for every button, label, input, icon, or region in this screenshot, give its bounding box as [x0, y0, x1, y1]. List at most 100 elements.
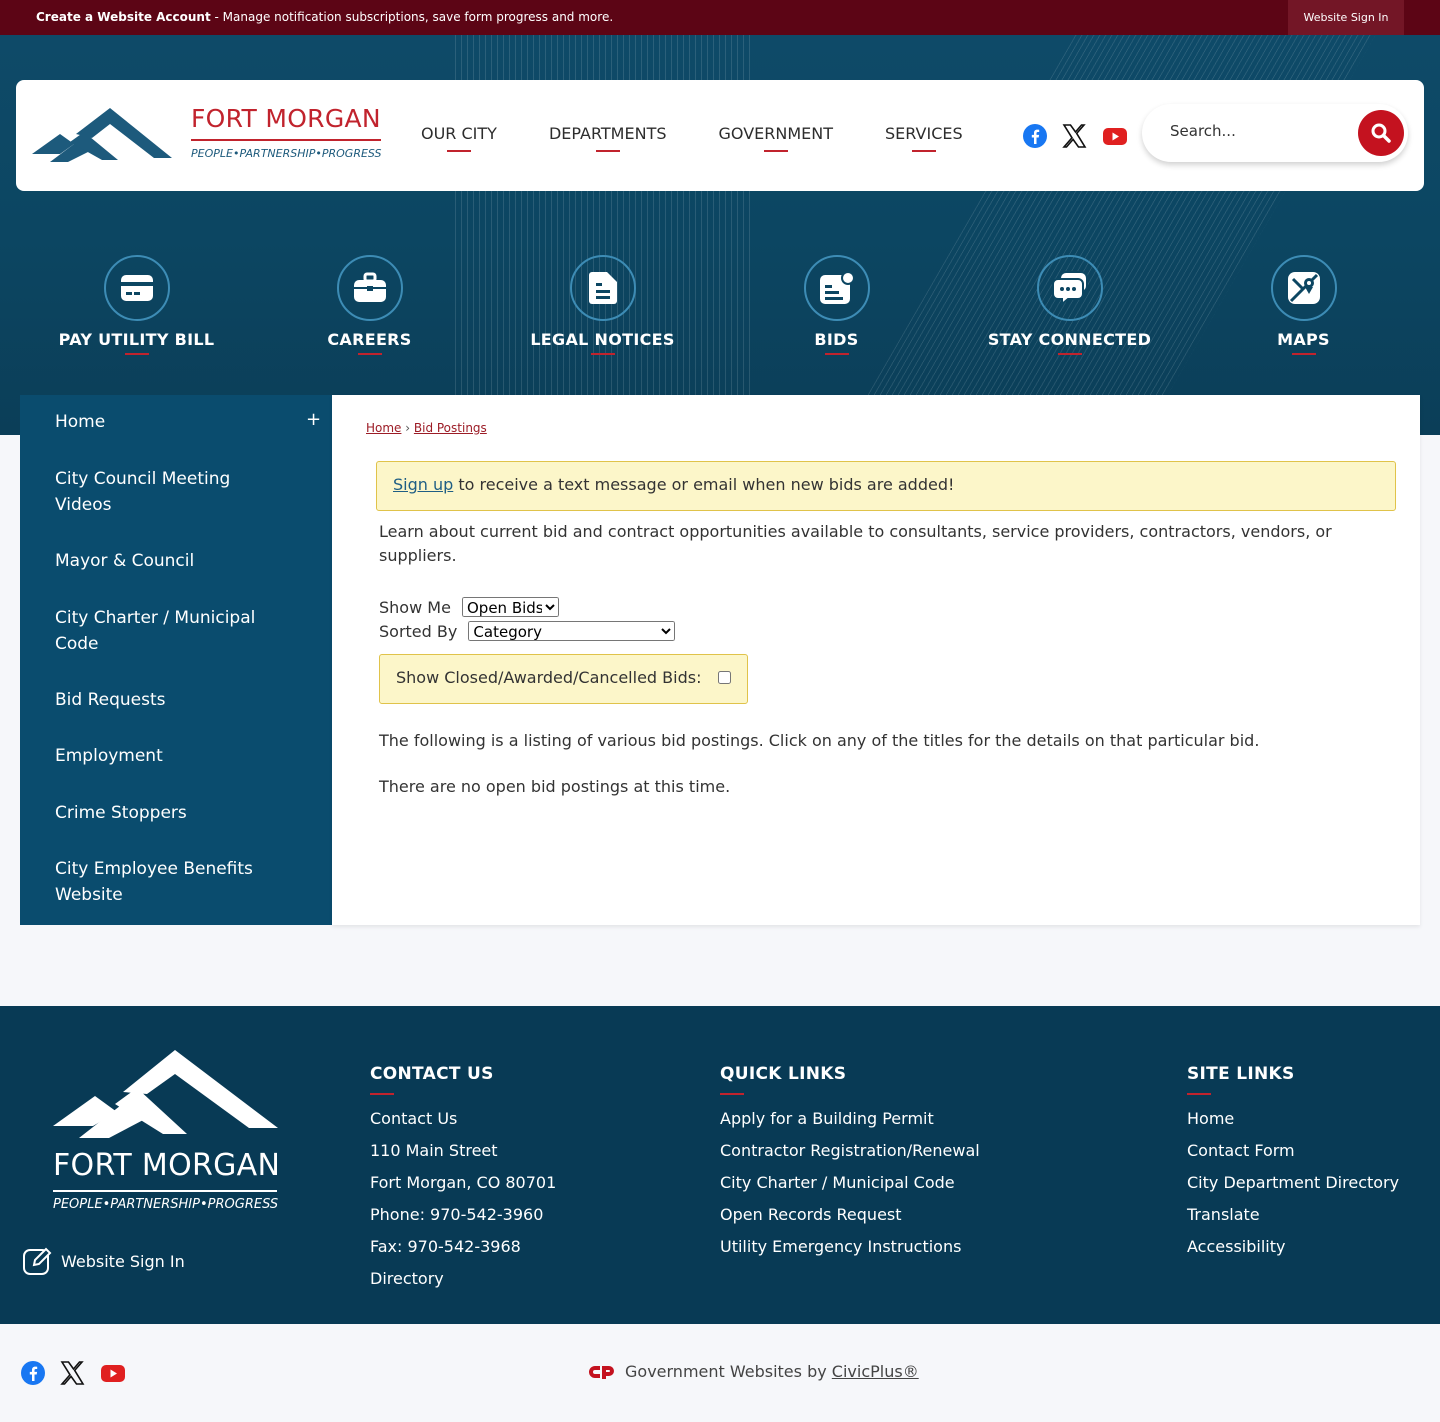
sidebar-item-city-charter[interactable]: City Charter / Municipal Code — [55, 605, 270, 657]
quick-link-underline — [124, 353, 149, 355]
quick-link-circle — [569, 255, 636, 321]
footer-phone: Phone: 970-542-3960 — [370, 1205, 544, 1224]
quick-link-underline — [824, 353, 849, 355]
empty-message: There are no open bid postings at this t… — [379, 777, 731, 796]
sidebar-nav: Home + City Council Meeting Videos Mayor… — [20, 395, 332, 925]
fort-morgan-logo-icon[interactable] — [32, 106, 172, 164]
footer-site-links: SITE LINKS Home Contact Form City Depart… — [1187, 1064, 1399, 1263]
civicplus-link[interactable]: CivicPlus® — [832, 1362, 919, 1381]
closed-bids-box: Show Closed/Awarded/Cancelled Bids: — [379, 654, 748, 704]
sidebar-item-home[interactable]: Home — [55, 409, 295, 435]
document-icon — [588, 272, 617, 304]
quick-link-circle — [103, 255, 170, 321]
search-icon — [1371, 123, 1391, 143]
facebook-icon[interactable] — [20, 1360, 46, 1386]
show-me-row: Show Me Open Bids — [379, 597, 559, 617]
footer-link-contact-form[interactable]: Contact Form — [1187, 1135, 1399, 1167]
search-box — [1142, 104, 1408, 162]
quick-link-circle — [803, 255, 870, 321]
quick-link-underline — [590, 353, 615, 355]
quick-link-bids[interactable]: BIDS — [720, 255, 953, 355]
breadcrumb: Home › Bid Postings — [366, 421, 487, 435]
footer-link-accessibility[interactable]: Accessibility — [1187, 1231, 1399, 1263]
sidebar-item-crime-stoppers[interactable]: Crime Stoppers — [55, 800, 295, 826]
footer-signin-label: Website Sign In — [61, 1251, 185, 1271]
footer-link-contractor-registration[interactable]: Contractor Registration/Renewal — [720, 1135, 980, 1167]
signup-link[interactable]: Sign up — [393, 475, 453, 494]
show-me-label: Show Me — [379, 598, 451, 617]
footer-address-street: 110 Main Street — [370, 1141, 498, 1160]
top-bar: Create a Website Account - Manage notifi… — [0, 0, 1440, 35]
listing-description: The following is a listing of various bi… — [379, 731, 1260, 750]
quick-link-stay-connected[interactable]: STAY CONNECTED — [953, 255, 1186, 355]
footer-link-utility-emergency[interactable]: Utility Emergency Instructions — [720, 1231, 980, 1263]
nav-services[interactable]: SERVICES — [885, 124, 963, 152]
top-signin-button[interactable]: Website Sign In — [1288, 0, 1404, 35]
quick-link-circle — [1036, 255, 1103, 321]
footer-quick-links: QUICK LINKS Apply for a Building Permit … — [720, 1064, 980, 1263]
breadcrumb-current-link[interactable]: Bid Postings — [414, 421, 487, 435]
edit-icon — [23, 1247, 52, 1275]
breadcrumb-home-link[interactable]: Home — [366, 421, 401, 435]
sorted-by-row: Sorted By Category — [379, 621, 676, 641]
footer-contact-link[interactable]: Contact Us — [370, 1103, 556, 1135]
briefcase-icon — [353, 272, 386, 302]
footer-link-building-permit[interactable]: Apply for a Building Permit — [720, 1103, 980, 1135]
intro-paragraph: Learn about current bid and contract opp… — [379, 522, 1332, 565]
closed-bids-checkbox[interactable] — [718, 671, 731, 684]
sorted-by-select[interactable]: Category — [468, 621, 676, 641]
search-input[interactable] — [1170, 122, 1340, 140]
footer-signin-link[interactable]: Website Sign In — [22, 1246, 185, 1276]
quick-link-underline — [1057, 353, 1082, 355]
quick-link-legal-notices[interactable]: LEGAL NOTICES — [486, 255, 719, 355]
footer-logo-divider — [53, 1190, 277, 1192]
footer-link-translate[interactable]: Translate — [1187, 1199, 1399, 1231]
quick-link-label: STAY CONNECTED — [987, 330, 1152, 349]
bottom-bar: Government Websites by CivicPlus® — [0, 1324, 1440, 1422]
quick-link-underline — [357, 353, 382, 355]
show-me-select[interactable]: Open Bids — [462, 597, 559, 617]
footer-social — [20, 1360, 126, 1386]
create-account-link[interactable]: Create a Website Account — [36, 10, 211, 24]
sidebar-item-mayor-council[interactable]: Mayor & Council — [55, 548, 295, 574]
youtube-icon[interactable] — [100, 1360, 126, 1386]
footer-contact-title: CONTACT US — [370, 1064, 494, 1084]
x-twitter-icon[interactable] — [1062, 123, 1088, 149]
quick-link-circle — [336, 255, 403, 321]
sidebar-item-employment[interactable]: Employment — [55, 743, 295, 769]
youtube-icon[interactable] — [1102, 123, 1128, 149]
brand-divider — [191, 139, 381, 141]
sidebar-item-employee-benefits[interactable]: City Employee Benefits Website — [55, 856, 270, 908]
quick-link-pay-utility-bill[interactable]: PAY UTILITY BILL — [20, 255, 253, 355]
sidebar-expand-button[interactable]: + — [306, 409, 321, 430]
main-nav: OUR CITY DEPARTMENTS GOVERNMENT SERVICES — [421, 124, 1015, 152]
quick-link-careers[interactable]: CAREERS — [253, 255, 486, 355]
footer-link-home[interactable]: Home — [1187, 1103, 1399, 1135]
header-social — [1022, 123, 1128, 149]
account-message: Create a Website Account - Manage notifi… — [36, 10, 613, 24]
facebook-icon[interactable] — [1022, 123, 1048, 149]
nav-our-city[interactable]: OUR CITY — [421, 124, 497, 152]
nav-government[interactable]: GOVERNMENT — [719, 124, 833, 152]
footer-link-city-charter[interactable]: City Charter / Municipal Code — [720, 1167, 980, 1199]
footer-directory-link[interactable]: Directory — [370, 1263, 556, 1295]
civicplus-credit: Government Websites by CivicPlus® — [589, 1362, 919, 1381]
footer-heading-underline — [1187, 1093, 1211, 1095]
nav-departments[interactable]: DEPARTMENTS — [549, 124, 667, 152]
footer-link-open-records[interactable]: Open Records Request — [720, 1199, 980, 1231]
x-twitter-icon[interactable] — [60, 1360, 86, 1386]
quick-link-maps[interactable]: MAPS — [1187, 255, 1420, 355]
footer-fax: Fax: 970-542-3968 — [370, 1237, 521, 1256]
sidebar-item-bid-requests[interactable]: Bid Requests — [55, 687, 295, 713]
map-icon — [1287, 272, 1320, 304]
footer-quick-title: QUICK LINKS — [720, 1064, 847, 1084]
chat-bubbles-icon — [1051, 271, 1088, 305]
sidebar-item-council-videos[interactable]: City Council Meeting Videos — [55, 466, 270, 518]
footer-logo-icon[interactable] — [53, 1048, 278, 1138]
quick-link-underline — [1291, 353, 1316, 355]
search-button[interactable] — [1358, 110, 1404, 156]
breadcrumb-separator: › — [401, 421, 414, 435]
footer-link-department-directory[interactable]: City Department Directory — [1187, 1167, 1399, 1199]
main-content: Home › Bid Postings Sign up to receive a… — [332, 395, 1420, 925]
footer-logo-tagline: PEOPLE•PARTNERSHIP•PROGRESS — [53, 1197, 279, 1212]
